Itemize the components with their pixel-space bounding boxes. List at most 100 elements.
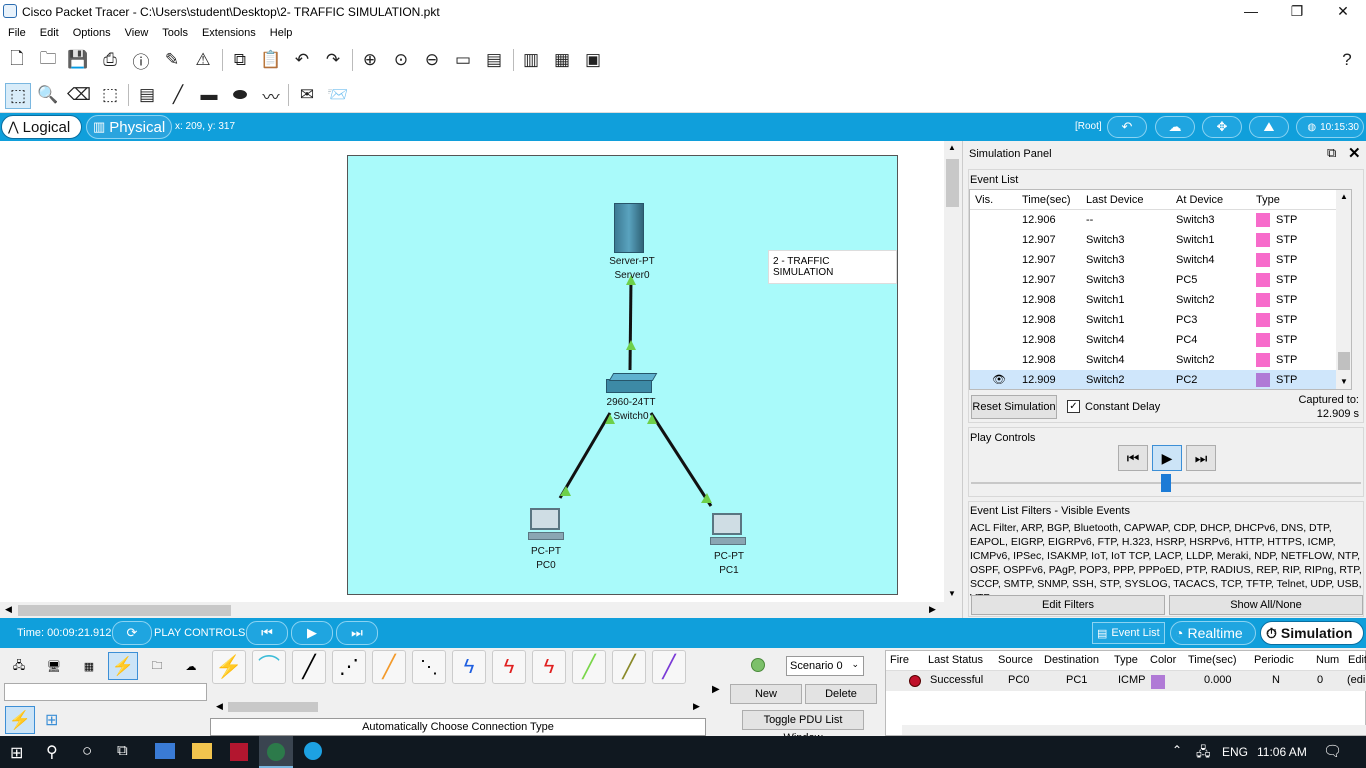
activity-wizard-icon[interactable]: ✎ <box>161 49 183 71</box>
scenario-select[interactable]: Scenario 0 ⌄ <box>786 656 864 676</box>
search-icon[interactable]: ⚲ <box>46 742 58 762</box>
zoom-out-icon[interactable]: ⊖ <box>421 49 443 71</box>
logical-workspace[interactable]: 2 - TRAFFIC SIMULATION Server-PT Server0… <box>0 141 944 602</box>
step-back-button[interactable]: ⏮ <box>1118 445 1148 471</box>
draw-rectangle-icon[interactable]: ▬ <box>198 84 220 106</box>
maximize-button[interactable]: ❐ <box>1274 0 1320 24</box>
event-row[interactable]: 12.908 Switch4 Switch2 STP <box>970 350 1351 370</box>
console-cable-icon[interactable]: ⌒ <box>252 650 286 684</box>
windows-start-icon[interactable]: ⊞ <box>10 743 23 763</box>
network-tray-icon[interactable]: 🖧 <box>1196 743 1211 765</box>
event-row[interactable]: 12.908 Switch1 Switch2 STP <box>970 290 1351 310</box>
constant-delay-checkbox[interactable]: ✓ <box>1067 400 1080 413</box>
multiuser-icon[interactable]: ☁ <box>176 652 206 680</box>
packet-tracer-task[interactable] <box>259 736 293 768</box>
menu-options[interactable]: Options <box>65 24 117 39</box>
copper-cross-icon[interactable]: ⋰ <box>332 650 366 684</box>
fire-status-icon[interactable] <box>909 675 921 687</box>
fiber-icon[interactable]: ╱ <box>372 650 406 684</box>
pdu-list-scrollbar[interactable] <box>902 725 1366 735</box>
topology-canvas[interactable]: 2 - TRAFFIC SIMULATION Server-PT Server0… <box>347 155 898 595</box>
menu-tools[interactable]: Tools <box>154 24 194 39</box>
power-cycle-icon[interactable]: ⟳ <box>112 621 152 645</box>
switch-icon[interactable] <box>606 373 658 395</box>
realtime-mode-button[interactable]: ◔ Realtime <box>1170 621 1256 645</box>
custom-devices-icon[interactable]: ▤ <box>483 49 505 71</box>
resize-shape-icon[interactable]: ⬚ <box>99 84 121 106</box>
help-icon[interactable]: ? <box>1336 49 1358 71</box>
menu-view[interactable]: View <box>117 24 155 39</box>
logical-tab[interactable]: ⋀ Logical <box>1 115 82 139</box>
event-row[interactable]: 12.907 Switch3 Switch1 STP <box>970 230 1351 250</box>
redo-icon[interactable]: ↷ <box>322 49 344 71</box>
bottom-step-back-icon[interactable]: ⏮ <box>246 621 288 645</box>
tray-chevron-icon[interactable]: ⌃ <box>1172 743 1182 757</box>
draw-ellipse-icon[interactable]: ⬬ <box>229 84 251 106</box>
draw-line-icon[interactable]: ╱ <box>167 84 189 106</box>
add-complex-pdu-icon[interactable]: 📨 <box>327 84 349 106</box>
physical-tab[interactable]: ▥ Physical <box>86 115 172 139</box>
language-indicator[interactable]: ENG <box>1222 745 1248 759</box>
components-icon[interactable]: ▦ <box>74 652 104 680</box>
simulation-mode-button[interactable]: ⏱ Simulation <box>1260 621 1364 645</box>
coaxial-icon[interactable]: ϟ <box>452 650 486 684</box>
menu-edit[interactable]: Edit <box>32 24 65 39</box>
file-explorer-icon[interactable] <box>192 743 212 759</box>
bottom-play-icon[interactable]: ▶ <box>291 621 333 645</box>
event-row[interactable]: 12.908 Switch4 PC4 STP <box>970 330 1351 350</box>
octal-cable-icon[interactable]: ╱ <box>572 650 606 684</box>
delete-icon[interactable]: ⌫ <box>67 84 91 106</box>
copy-icon[interactable]: ⧉ <box>229 49 251 71</box>
menu-help[interactable]: Help <box>262 24 299 39</box>
bottom-step-forward-icon[interactable]: ⏭ <box>336 621 378 645</box>
close-button[interactable]: ✕ <box>1320 0 1366 24</box>
network-devices-icon[interactable]: 🖧 <box>4 652 34 680</box>
phone-cable-icon[interactable]: ⋱ <box>412 650 446 684</box>
background-image-icon[interactable]: ⛰ <box>1249 116 1289 138</box>
task-view-icon[interactable]: ⧉ <box>117 742 128 759</box>
new-file-icon[interactable]: 🗋 <box>6 49 28 71</box>
iot-cable-icon[interactable]: ╱ <box>612 650 646 684</box>
misc-icon[interactable]: 🗀 <box>142 652 172 680</box>
inspect-icon[interactable]: 🔍 <box>37 84 59 106</box>
system-clock[interactable]: 11:06 AM <box>1257 745 1307 759</box>
menu-file[interactable]: File <box>0 24 32 39</box>
workspace-horizontal-scrollbar[interactable]: ◀ ▶ <box>0 602 944 618</box>
copper-straight-icon[interactable]: ╱ <box>292 650 326 684</box>
server-icon[interactable] <box>614 203 646 255</box>
place-note-icon[interactable]: ▤ <box>136 84 158 106</box>
pdu-edit[interactable]: (edi <box>1347 674 1365 686</box>
serial-dte-icon[interactable]: ϟ <box>532 650 566 684</box>
pdu-row[interactable]: Successful PC0 PC1 ICMP 0.000 N 0 (edi <box>886 671 1366 691</box>
zoom-in-icon[interactable]: ⊕ <box>359 49 381 71</box>
notifications-icon[interactable]: 🗨 <box>1323 742 1342 760</box>
connection-subtype-icon[interactable]: ⚡ <box>5 706 35 734</box>
delete-scenario-button[interactable]: Delete <box>805 684 877 704</box>
play-button[interactable]: ▶ <box>1152 445 1182 471</box>
menu-extensions[interactable]: Extensions <box>194 24 262 39</box>
connections-scrollbar[interactable]: ◀ ▶ <box>212 700 704 714</box>
pc0-icon[interactable] <box>528 508 564 544</box>
speed-slider-thumb[interactable] <box>1161 474 1171 492</box>
network-info-icon[interactable]: ⚠ <box>192 49 214 71</box>
zoom-reset-icon[interactable]: ⊙ <box>390 49 412 71</box>
usb-cable-icon[interactable]: ╱ <box>652 650 686 684</box>
info-icon[interactable]: ⓘ <box>130 49 152 72</box>
event-row[interactable]: 12.907 Switch3 PC5 STP <box>970 270 1351 290</box>
step-forward-button[interactable]: ⏭ <box>1186 445 1216 471</box>
grid-view-icon[interactable]: ⊞ <box>45 710 58 730</box>
connections-icon[interactable]: ⚡ <box>108 652 138 680</box>
undo-icon[interactable]: ↶ <box>291 49 313 71</box>
drawing-palette-icon[interactable]: ▭ <box>452 49 474 71</box>
viewport-clock[interactable]: ◍ 10:15:30 <box>1296 116 1364 138</box>
cortana-icon[interactable]: ○ <box>82 741 92 761</box>
device-list-icon[interactable]: ▦ <box>551 49 573 71</box>
minimize-button[interactable]: — <box>1228 0 1274 24</box>
store-icon[interactable] <box>155 743 175 759</box>
save-icon[interactable]: 💾 <box>67 49 89 71</box>
undock-icon[interactable]: ⧉ <box>1327 145 1336 161</box>
edge-icon[interactable] <box>304 742 322 760</box>
serial-dce-icon[interactable]: ϟ <box>492 650 526 684</box>
print-icon[interactable]: ⎙ <box>99 49 121 71</box>
workspace-vertical-scrollbar[interactable]: ▲ ▼ <box>944 141 961 602</box>
